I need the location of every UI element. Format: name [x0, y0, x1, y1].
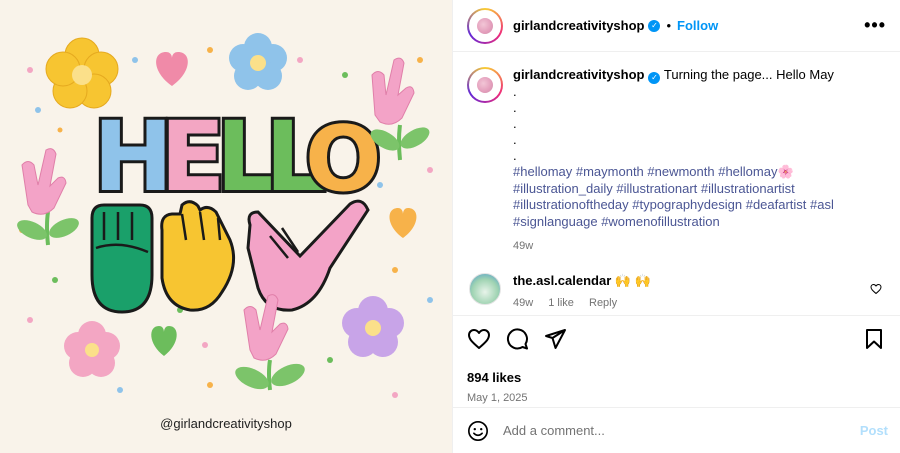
follow-button[interactable]: Follow — [677, 18, 718, 33]
post-header: girlandcreativityshop ✓ • Follow ••• — [453, 0, 900, 52]
caption: girlandcreativityshop ✓ Turning the page.… — [467, 67, 886, 255]
caption-dot: . — [513, 116, 517, 131]
instagram-post: H E L L O @girlandcreativityshop girland… — [0, 0, 900, 453]
hashtag-line[interactable]: #hellomay #maymonth #newmonth #hellomay🌸 — [513, 164, 886, 181]
post-side-panel: girlandcreativityshop ✓ • Follow ••• gir… — [452, 0, 900, 453]
pink-flower-bottomleft — [64, 321, 120, 377]
blue-flower — [229, 33, 287, 90]
green-heart — [151, 326, 177, 356]
comment-meta: 49w 1 like Reply — [513, 297, 651, 309]
caption-dot: . — [513, 84, 517, 99]
caption-dots: . . . . . — [513, 84, 886, 164]
caption-dot: . — [513, 148, 517, 163]
hello-may-illustration: H E L L O — [17, 33, 433, 398]
hashtags[interactable]: #hellomay #maymonth #newmonth #hellomay🌸… — [513, 164, 886, 230]
caption-dot: . — [513, 132, 517, 147]
post-date: May 1, 2025 — [467, 392, 528, 404]
commenter-username[interactable]: the.asl.calendar — [513, 273, 611, 288]
header-username[interactable]: girlandcreativityshop — [513, 18, 644, 33]
svg-text:O: O — [305, 107, 382, 212]
verified-badge-icon: ✓ — [648, 19, 661, 32]
action-bar: 894 likes May 1, 2025 — [453, 315, 900, 404]
caption-text: Turning the page... Hello May — [663, 67, 834, 82]
hashtag-line[interactable]: #signlanguage #womenofillustration — [513, 214, 886, 231]
green-fist-hand — [90, 203, 154, 314]
caption-age: 49w — [513, 240, 534, 252]
comment-likes[interactable]: 1 like — [548, 297, 574, 309]
yellow-heart — [389, 208, 417, 238]
caption-username[interactable]: girlandcreativityshop — [513, 67, 644, 82]
comment-text: 🙌 🙌 — [614, 272, 651, 288]
yellow-hand — [160, 200, 236, 312]
comment-like-heart-icon[interactable] — [870, 283, 882, 295]
pink-hand — [246, 199, 370, 312]
pink-tulip-hand-left — [17, 148, 79, 246]
purple-flower — [342, 296, 404, 357]
comment-body: the.asl.calendar 🙌 🙌 49w 1 like Reply — [513, 273, 651, 309]
share-icon[interactable] — [543, 327, 567, 351]
hello-headline: H E L L O — [90, 98, 385, 216]
comment-age: 49w — [513, 296, 534, 309]
add-comment-bar: Post — [453, 407, 900, 453]
heart-icon[interactable] — [467, 327, 491, 351]
header-avatar[interactable] — [467, 7, 503, 44]
commenter-avatar[interactable] — [469, 272, 501, 305]
verified-badge-icon: ✓ — [648, 72, 661, 84]
image-credit: @girlandcreativityshop — [160, 416, 292, 431]
caption-body: girlandcreativityshop ✓ Turning the page.… — [513, 67, 886, 255]
caption-dot: . — [513, 100, 517, 115]
pink-heart — [156, 52, 188, 86]
add-comment-input[interactable] — [503, 423, 860, 438]
reply-button[interactable]: Reply — [589, 297, 617, 309]
header-separator: • — [666, 18, 672, 33]
comment-item: the.asl.calendar 🙌 🙌 49w 1 like Reply — [467, 272, 886, 309]
hashtag-line[interactable]: #illustration_daily #illustrationart #il… — [513, 181, 886, 198]
post-comment-button[interactable]: Post — [860, 423, 888, 438]
more-options-icon[interactable]: ••• — [864, 15, 886, 36]
comments-section[interactable]: girlandcreativityshop ✓ Turning the page.… — [453, 53, 900, 315]
emoji-icon[interactable] — [467, 420, 489, 442]
likes-count[interactable]: 894 likes — [467, 370, 886, 385]
post-image[interactable]: H E L L O @girlandcreativityshop — [0, 0, 452, 453]
comment-icon[interactable] — [505, 327, 529, 351]
hashtag-line[interactable]: #illustrationoftheday #typographydesign … — [513, 197, 886, 214]
caption-avatar[interactable] — [467, 67, 503, 103]
yellow-flower — [45, 37, 119, 109]
action-icons — [467, 326, 886, 352]
bookmark-icon[interactable] — [862, 327, 886, 351]
